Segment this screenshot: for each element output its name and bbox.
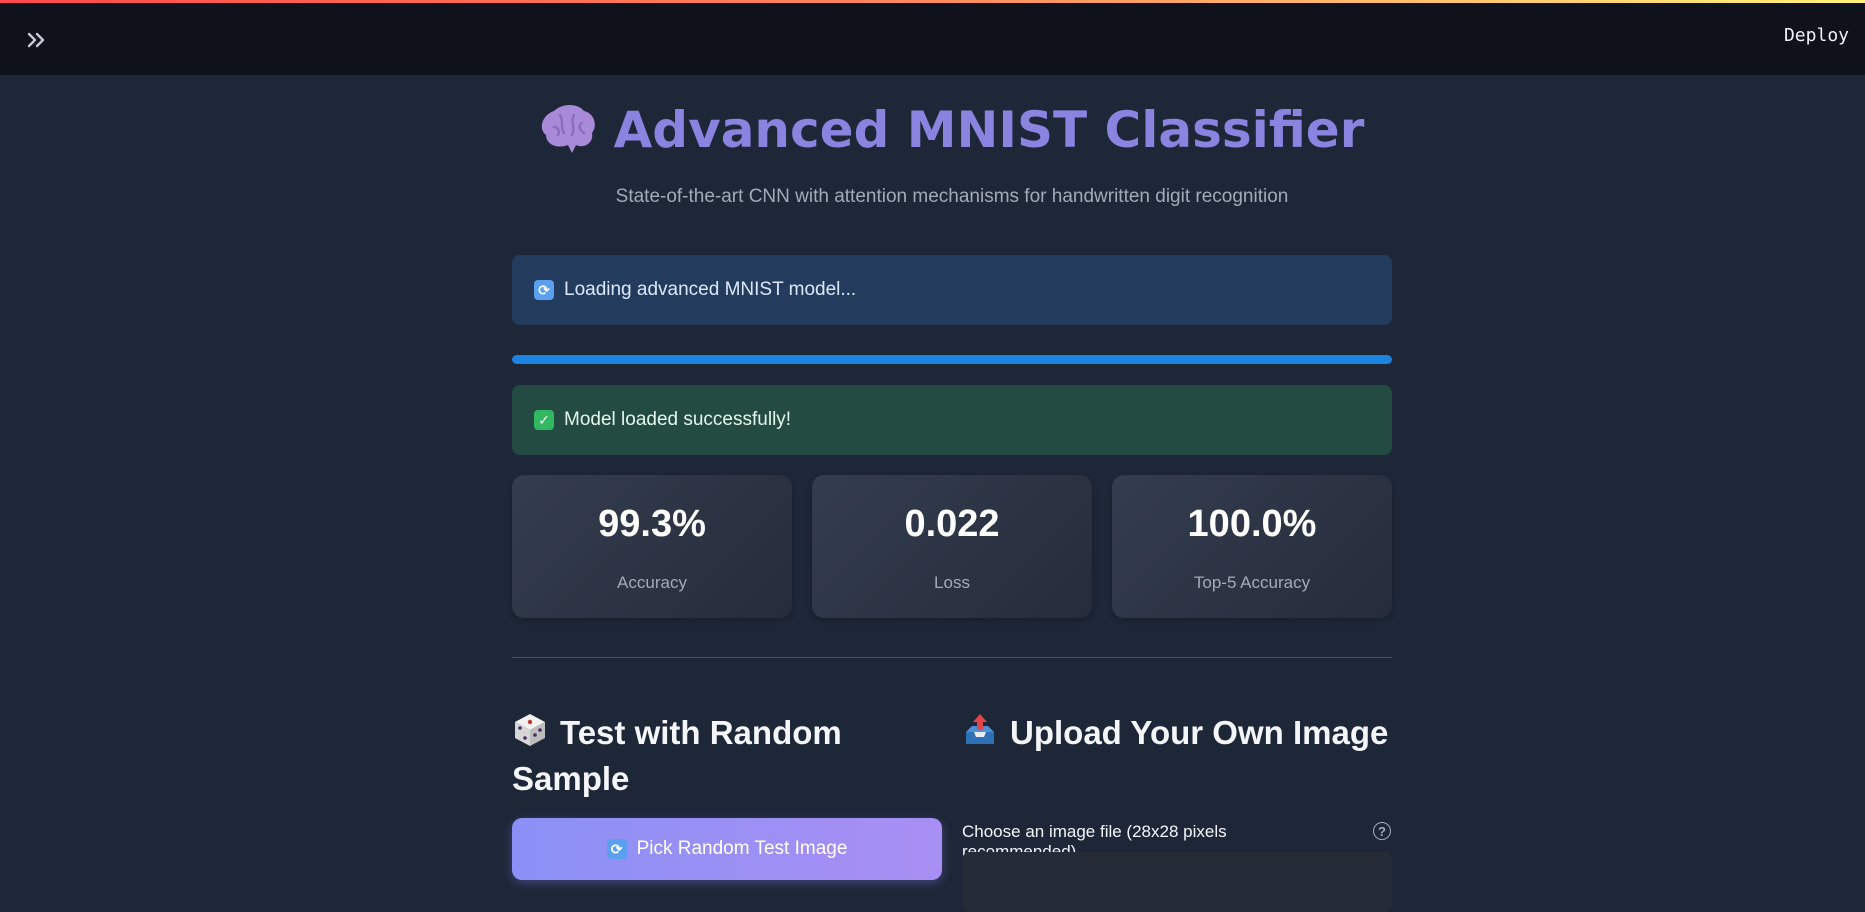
outbox-tray-icon [962,712,998,758]
upload-heading: Upload Your Own Image [962,712,1392,758]
model-loading-progress-bar [512,355,1392,364]
section-divider [512,657,1392,658]
metric-card-top5-accuracy: 100.0% Top-5 Accuracy [1112,475,1392,618]
metrics-row: 99.3% Accuracy 0.022 Loss 100.0% Top-5 A… [512,475,1392,618]
check-icon: ✓ [534,410,554,430]
double-chevron-right-icon [27,32,45,48]
pick-random-image-button[interactable]: ⟳ Pick Random Test Image [512,818,942,880]
app-header: Deploy [0,3,1865,75]
expand-sidebar-button[interactable] [22,25,52,55]
brain-icon [540,105,596,167]
metric-value: 100.0% [1187,503,1317,545]
success-alert: ✓ Model loaded successfully! [512,385,1392,455]
page-title: Advanced MNIST Classifier [512,101,1392,167]
metric-label: Top-5 Accuracy [1193,573,1311,592]
metric-card-loss: 0.022 Loss [812,475,1092,618]
file-dropzone[interactable] [962,852,1392,912]
page-title-text: Advanced MNIST Classifier [613,101,1365,159]
metric-label: Loss [934,573,970,592]
loading-info-text: Loading advanced MNIST model... [564,279,857,300]
upload-heading-text: Upload Your Own Image [1010,714,1389,751]
progress-fill [512,355,1392,364]
sync-icon: ⟳ [606,839,627,859]
dice-icon [512,712,548,758]
help-icon[interactable]: ? [1373,822,1391,840]
metric-value: 99.3% [598,503,706,545]
deploy-button[interactable]: Deploy [1784,25,1849,46]
page-subtitle: State-of-the-art CNN with attention mech… [615,186,1289,207]
random-sample-heading: Test with Random Sample [512,712,942,800]
metric-card-accuracy: 99.3% Accuracy [512,475,792,618]
random-sample-heading-text: Test with Random Sample [512,714,842,797]
loading-info-alert: ⟳ Loading advanced MNIST model... [512,255,1392,325]
success-alert-text: Model loaded successfully! [564,409,792,430]
metric-value: 0.022 [904,503,1000,545]
pick-random-image-label: Pick Random Test Image [636,838,848,859]
metric-label: Accuracy [617,573,687,592]
sync-icon: ⟳ [534,280,554,300]
